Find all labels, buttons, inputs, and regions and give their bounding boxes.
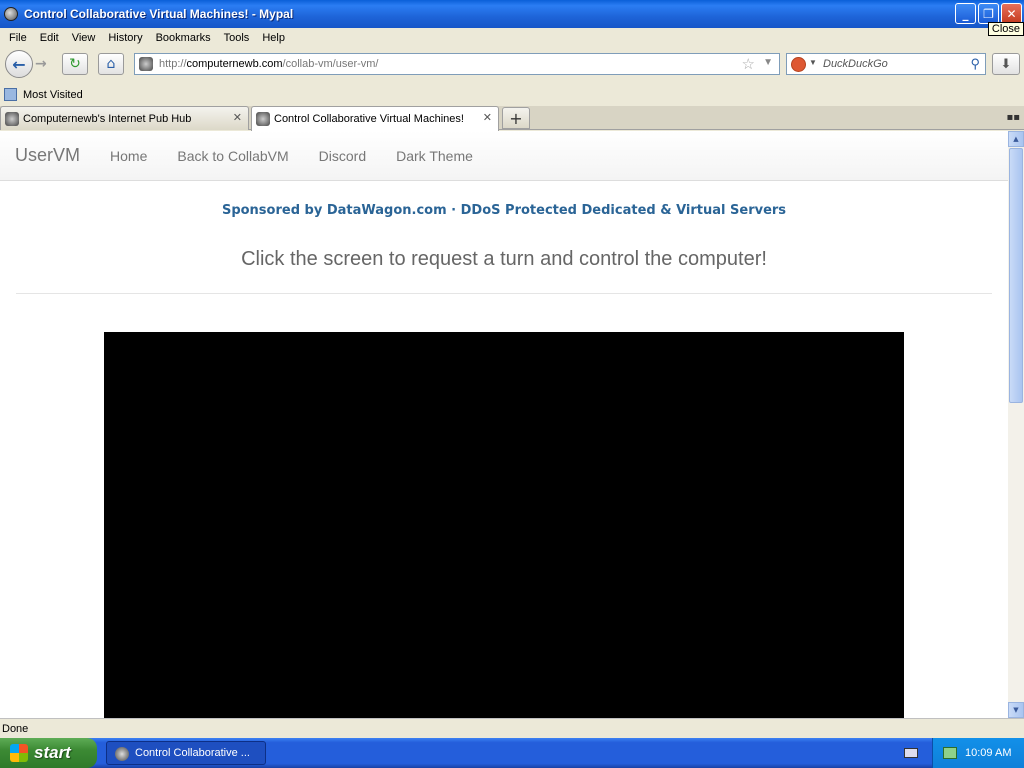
site-brand[interactable]: UserVM [15,145,80,166]
menu-bar: File Edit View History Bookmarks Tools H… [0,28,1024,47]
tab-close-icon[interactable]: ✕ [483,111,492,124]
scroll-thumb[interactable] [1009,148,1023,403]
duckduckgo-icon[interactable] [791,57,806,72]
nav-link-dark-theme[interactable]: Dark Theme [396,148,473,164]
bookmark-most-visited[interactable]: Most Visited [23,89,83,101]
scroll-down-icon[interactable]: ▼ [1008,702,1024,718]
vm-screen[interactable] [104,332,904,718]
reload-icon[interactable]: ↻ [62,53,88,75]
tab-favicon-icon [5,112,19,126]
tab-collab-vm[interactable]: Control Collaborative Virtual Machines! … [251,106,499,131]
menu-help[interactable]: Help [257,32,290,44]
menu-bookmarks[interactable]: Bookmarks [151,32,216,44]
download-icon[interactable]: ⬇ [992,53,1020,75]
tab-label: Control Collaborative Virtual Machines! [274,113,464,125]
tab-pub-hub[interactable]: Computernewb's Internet Pub Hub ✕ [0,106,249,130]
taskbar: start Control Collaborative ... 10:09 AM [0,738,1024,768]
menu-file[interactable]: File [4,32,32,44]
menu-edit[interactable]: Edit [35,32,64,44]
sponsor-link[interactable]: Sponsored by DataWagon.com · DDoS Protec… [0,203,1008,218]
search-engine-dropdown-icon[interactable]: ▼ [809,58,817,67]
windows-logo-icon [10,744,28,762]
back-arrow-icon[interactable]: ← [5,50,33,78]
search-icon[interactable]: ⚲ [970,56,980,72]
close-button[interactable]: ✕ [1001,3,1022,24]
url-input[interactable]: http://computernewb.com/collab-vm/user-v… [134,53,780,75]
bookmarks-toolbar: Most Visited [0,85,1024,104]
menu-history[interactable]: History [103,32,147,44]
minimize-button[interactable]: _ [955,3,976,24]
vertical-scrollbar[interactable]: ▲ ▼ [1008,131,1024,718]
menu-tools[interactable]: Tools [219,32,255,44]
close-tooltip: Close [987,22,1024,36]
navigation-toolbar: ← → ↻ ⌂ http://computernewb.com/collab-v… [0,47,1024,83]
tab-favicon-icon [256,112,270,126]
status-text: Done [2,722,29,735]
keyboard-icon[interactable] [904,748,918,758]
scroll-up-icon[interactable]: ▲ [1008,131,1024,147]
site-identity-icon[interactable] [139,57,153,71]
nav-link-back-to-collabvm[interactable]: Back to CollabVM [177,148,288,164]
turn-instructions: Click the screen to request a turn and c… [241,248,767,270]
mypal-app-icon[interactable] [4,7,18,21]
search-input[interactable]: ▼ DuckDuckGo ⚲ [786,53,986,75]
url-path: /collab-vm/user-vm/ [282,58,379,70]
window-title: Control Collaborative Virtual Machines! … [24,7,294,21]
new-tab-icon[interactable]: + [502,107,530,129]
tab-close-icon[interactable]: ✕ [233,111,242,124]
mypal-taskbar-icon [115,747,129,761]
home-icon[interactable]: ⌂ [98,53,124,75]
window-controls: _ ❐ ✕ [955,3,1022,24]
site-navbar: UserVM Home Back to CollabVM Discord Dar… [0,131,1008,181]
tab-strip: Computernewb's Internet Pub Hub ✕ Contro… [0,106,1024,131]
nav-link-home[interactable]: Home [110,148,147,164]
system-tray: 10:09 AM [932,738,1024,768]
url-dropdown-icon[interactable]: ▼ [763,57,773,68]
search-placeholder: DuckDuckGo [823,58,888,70]
start-button[interactable]: start [0,738,97,768]
most-visited-icon [4,88,17,101]
url-prefix: http:// [159,58,187,70]
site-nav-links: Home Back to CollabVM Discord Dark Theme [110,148,503,164]
network-icon[interactable] [943,747,957,759]
start-label: start [34,743,71,762]
divider [16,293,992,294]
bookmark-star-icon[interactable]: ☆ [742,55,755,73]
restore-button[interactable]: ❐ [978,3,999,24]
taskbar-item-label: Control Collaborative ... [135,747,250,759]
nav-link-discord[interactable]: Discord [319,148,366,164]
tab-list-icon[interactable]: ▪▪ [1006,112,1020,123]
tab-label: Computernewb's Internet Pub Hub [23,112,192,125]
forward-arrow-icon[interactable]: → [35,56,47,72]
status-bar: Done [0,718,1024,738]
clock[interactable]: 10:09 AM [965,747,1011,759]
title-bar: Control Collaborative Virtual Machines! … [0,0,1024,36]
menu-view[interactable]: View [67,32,101,44]
url-host: computernewb.com [186,58,283,70]
page-content: UserVM Home Back to CollabVM Discord Dar… [0,131,1008,718]
taskbar-item-browser[interactable]: Control Collaborative ... [106,741,266,765]
